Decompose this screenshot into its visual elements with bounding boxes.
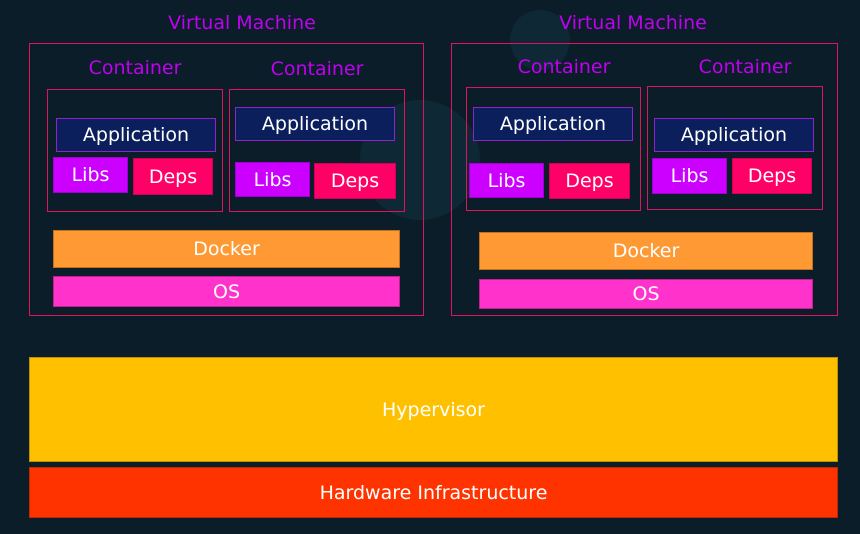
container-title: Container — [517, 56, 611, 78]
deps-box: Deps — [549, 163, 630, 199]
libs-box: Libs — [53, 157, 128, 193]
container-title: Container — [270, 58, 364, 80]
vm-title: Virtual Machine — [559, 12, 707, 34]
hypervisor-layer: Hypervisor — [29, 357, 838, 462]
libs-box: Libs — [469, 163, 544, 198]
deps-box: Deps — [314, 163, 396, 199]
application-box: Application — [473, 107, 633, 141]
docker-layer: Docker — [479, 232, 813, 270]
container-title: Container — [698, 56, 792, 78]
application-box: Application — [654, 118, 814, 152]
vm-title: Virtual Machine — [168, 12, 316, 34]
application-box: Application — [56, 118, 216, 152]
deps-box: Deps — [133, 158, 213, 195]
deps-box: Deps — [732, 158, 812, 194]
application-box: Application — [235, 107, 395, 141]
libs-box: Libs — [235, 162, 310, 197]
hardware-infrastructure-layer: Hardware Infrastructure — [29, 467, 838, 518]
libs-box: Libs — [652, 158, 727, 194]
os-layer: OS — [53, 276, 400, 307]
container-title: Container — [88, 57, 182, 79]
os-layer: OS — [479, 279, 813, 309]
docker-layer: Docker — [53, 230, 400, 268]
